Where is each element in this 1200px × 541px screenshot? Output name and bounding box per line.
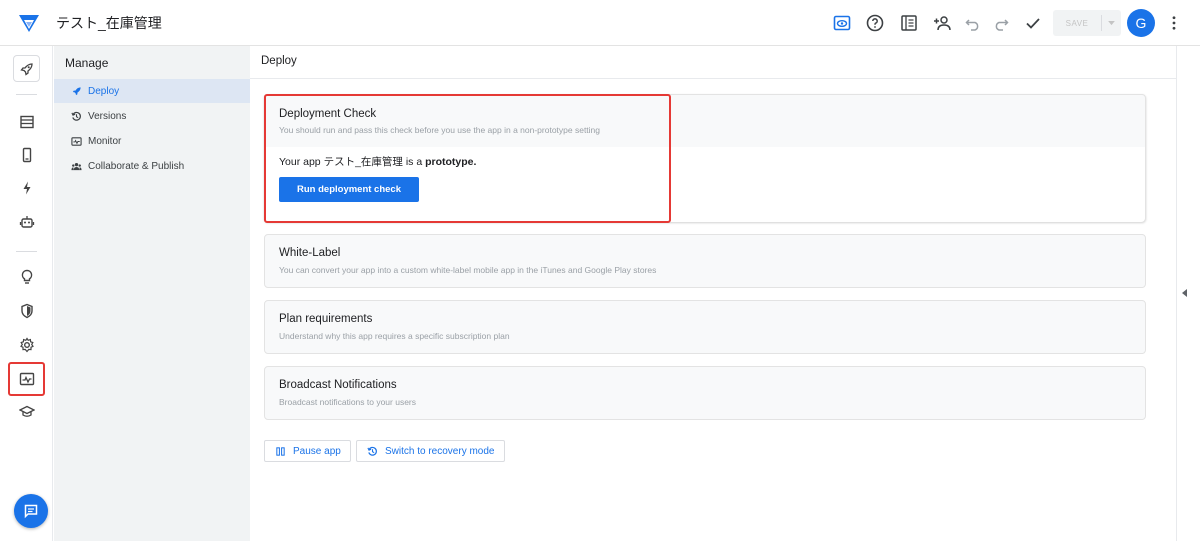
pause-icon (274, 445, 286, 457)
shield-icon[interactable] (11, 296, 43, 326)
card-title: White-Label (279, 247, 341, 259)
deployment-check-body: Your app テスト_在庫管理 is a prototype. Run de… (265, 147, 1145, 222)
rocket-icon (70, 85, 82, 97)
appsheet-logo-icon[interactable] (18, 12, 40, 34)
history-icon (366, 445, 378, 457)
rail-divider (16, 94, 37, 95)
page-title: Deploy (261, 55, 297, 67)
lightbulb-icon[interactable] (11, 262, 43, 292)
check-icon[interactable] (1022, 12, 1044, 34)
deployment-check-card[interactable]: Deployment Check You should run and pass… (264, 94, 1146, 222)
monitor-icon (70, 135, 82, 147)
manage-item-label: Deploy (88, 85, 120, 97)
card-subtitle: Understand why this app requires a speci… (279, 331, 510, 341)
white-label-card[interactable]: White-Label You can convert your app int… (264, 234, 1146, 288)
avatar[interactable]: G (1127, 9, 1155, 37)
manage-item-monitor[interactable]: Monitor (54, 129, 250, 153)
preview-icon[interactable] (831, 12, 853, 34)
right-rail (1176, 46, 1200, 541)
chevron-left-icon[interactable] (1182, 289, 1187, 297)
top-bar: テスト_在庫管理 SAVE G (0, 0, 1200, 46)
add-person-icon[interactable] (931, 12, 953, 34)
card-subtitle: You can convert your app into a custom w… (279, 265, 657, 275)
card-title: Deployment Check (279, 108, 377, 120)
deployment-status-text: Your app テスト_在庫管理 is a prototype. (279, 154, 476, 169)
help-icon[interactable] (864, 12, 886, 34)
manage-item-label: Collaborate & Publish (88, 160, 185, 172)
phone-icon[interactable] (11, 140, 43, 170)
recovery-mode-button[interactable]: Switch to recovery mode (356, 440, 505, 462)
manage-item-deploy[interactable]: Deploy (54, 79, 250, 103)
redo-icon[interactable] (990, 12, 1012, 34)
pause-app-label: Pause app (293, 445, 341, 457)
manage-panel: Manage Deploy Versions Monitor Collabora… (54, 46, 250, 541)
monitor-icon[interactable] (8, 362, 45, 396)
card-title: Plan requirements (279, 313, 373, 325)
people-icon (70, 160, 82, 172)
plan-requirements-card[interactable]: Plan requirements Understand why this ap… (264, 300, 1146, 354)
history-icon (70, 110, 82, 122)
left-rail (0, 46, 53, 541)
robot-icon[interactable] (11, 207, 43, 237)
docs-icon[interactable] (898, 12, 920, 34)
main-content: Deploy Deployment Check You should run a… (250, 46, 1176, 541)
manage-item-versions[interactable]: Versions (54, 104, 250, 128)
undo-icon[interactable] (962, 12, 984, 34)
manage-title: Manage (65, 56, 109, 70)
save-button[interactable]: SAVE (1053, 10, 1121, 36)
deployment-status-prefix: Your app テスト_在庫管理 is a (279, 156, 426, 168)
manage-item-label: Monitor (88, 135, 122, 147)
main-header: Deploy (250, 46, 1176, 79)
chat-icon[interactable] (14, 494, 48, 528)
broadcast-notifications-card[interactable]: Broadcast Notifications Broadcast notifi… (264, 366, 1146, 420)
deployment-status-value: prototype. (425, 156, 477, 168)
rail-divider (16, 251, 37, 252)
pause-app-button[interactable]: Pause app (264, 440, 351, 462)
chevron-down-icon[interactable] (1102, 20, 1121, 26)
graduation-cap-icon[interactable] (11, 397, 43, 427)
card-subtitle: You should run and pass this check befor… (279, 125, 601, 135)
rocket-icon[interactable] (13, 55, 40, 82)
manage-item-collaborate-publish[interactable]: Collaborate & Publish (54, 154, 250, 178)
table-icon[interactable] (11, 107, 43, 137)
gear-icon[interactable] (11, 330, 43, 360)
recovery-mode-label: Switch to recovery mode (385, 445, 495, 457)
card-title: Broadcast Notifications (279, 379, 397, 391)
save-button-label: SAVE (1065, 18, 1089, 28)
app-title: テスト_在庫管理 (56, 15, 162, 31)
bolt-icon[interactable] (11, 173, 43, 203)
card-subtitle: Broadcast notifications to your users (279, 397, 417, 407)
more-vert-icon[interactable] (1166, 12, 1182, 34)
run-deployment-check-button[interactable]: Run deployment check (279, 177, 419, 202)
manage-item-label: Versions (88, 110, 127, 122)
